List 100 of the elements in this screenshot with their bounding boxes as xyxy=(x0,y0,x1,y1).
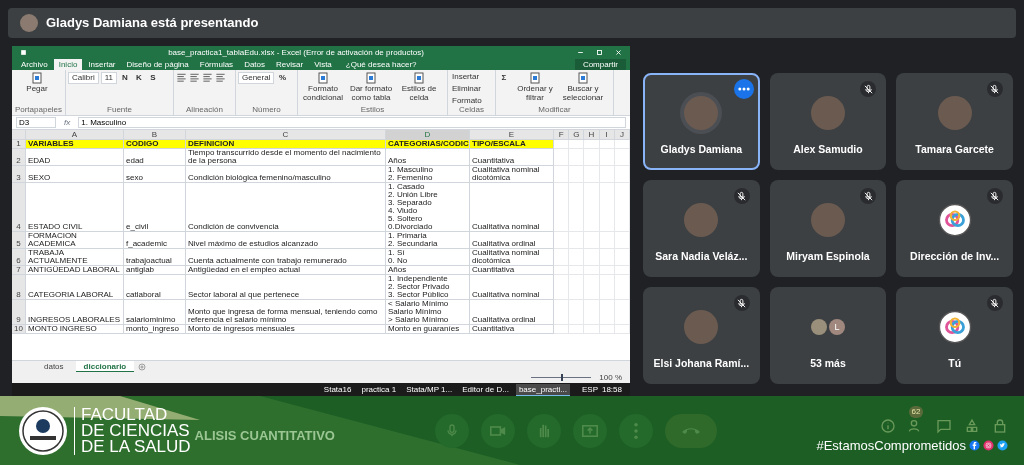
empty-cell xyxy=(599,275,615,300)
ribbon-button[interactable]: Formato condicional xyxy=(300,72,346,102)
row-number[interactable]: 10 xyxy=(12,325,26,334)
more-participants-label[interactable]: 53 más xyxy=(810,356,846,370)
participant-name: Sara Nadia Veláz... xyxy=(655,249,748,263)
taskbar-item[interactable]: Stata16 xyxy=(320,383,355,396)
column-header[interactable]: D xyxy=(386,130,470,140)
participant-tile[interactable]: Sara Nadia Veláz... xyxy=(643,180,760,277)
ribbon-tab[interactable]: Vista xyxy=(309,59,337,70)
save-icon[interactable] xyxy=(20,48,27,56)
align-icon[interactable] xyxy=(202,72,213,83)
column-header[interactable]: J xyxy=(614,130,630,140)
taskbar-item[interactable]: Stata/MP 1... xyxy=(403,383,456,396)
clock[interactable]: 18:58 xyxy=(601,385,622,394)
formula-field[interactable]: 1. Masculino xyxy=(78,117,626,128)
function-label[interactable]: fx xyxy=(64,118,71,127)
ribbon-tab[interactable]: Revisar xyxy=(271,59,309,70)
ribbon-button[interactable]: Ordenar y filtrar xyxy=(512,72,558,102)
chat-icon[interactable] xyxy=(936,417,952,434)
row-number[interactable]: 3 xyxy=(12,166,26,183)
add-sheet-icon[interactable] xyxy=(138,362,147,371)
empty-cell xyxy=(584,232,600,249)
format-button[interactable]: N xyxy=(119,72,131,84)
lock-icon[interactable] xyxy=(992,417,1008,434)
ribbon-button[interactable]: Estilos de celda xyxy=(396,72,442,102)
ribbon-button[interactable]: Eliminar xyxy=(450,84,493,94)
row-number[interactable]: 9 xyxy=(12,300,26,325)
align-icon[interactable] xyxy=(215,72,226,83)
format-button[interactable]: Σ xyxy=(498,72,510,84)
bird-icon[interactable] xyxy=(997,440,1008,451)
taskbar-item[interactable]: practica 1 xyxy=(358,383,400,396)
column-header[interactable]: G xyxy=(569,130,585,140)
row-number[interactable]: 7 xyxy=(12,266,26,275)
table-cell: < Salario Mínimo Salario Mínimo > Salario Mínimo xyxy=(386,300,470,325)
ribbon-tab[interactable]: Diseño de página xyxy=(121,59,194,70)
circle-f-icon[interactable] xyxy=(969,440,980,451)
row-number[interactable]: 8 xyxy=(12,275,26,300)
avatar: L xyxy=(829,318,845,335)
table-cell: salariominimo xyxy=(124,300,186,325)
column-header[interactable]: H xyxy=(584,130,600,140)
participant-tile[interactable]: Tamara Garcete xyxy=(896,73,1013,170)
empty-cell xyxy=(569,149,585,166)
taskbar-item[interactable]: base_practi... xyxy=(515,383,570,396)
row-number[interactable]: 6 xyxy=(12,249,26,266)
ribbon-button[interactable]: Dar formato como tabla xyxy=(348,72,394,102)
group-label: Número xyxy=(251,105,282,115)
ribbon-button[interactable]: Pegar xyxy=(14,72,60,93)
ribbon-button[interactable]: Formato xyxy=(450,96,493,106)
share-button[interactable]: Compartir xyxy=(574,59,626,70)
tell-me-field[interactable]: ¿Qué desea hacer? xyxy=(337,59,425,70)
dropdown-field[interactable]: General xyxy=(238,72,275,84)
align-icon[interactable] xyxy=(189,72,200,83)
dropdown-field[interactable]: 11 xyxy=(100,72,117,84)
table-cell: 1. Masculino 2. Femenino xyxy=(386,166,470,183)
format-button[interactable]: % xyxy=(276,72,289,84)
taskbar-item[interactable]: Editor de D... xyxy=(459,383,512,396)
name-box[interactable]: D3 xyxy=(16,117,56,128)
format-button[interactable]: S xyxy=(147,72,159,84)
participant-tile[interactable]: Dirección de Inv... xyxy=(896,180,1013,277)
group-label: Alineación xyxy=(185,105,224,115)
table-cell: ANTIGÜEDAD LABORAL xyxy=(26,266,124,275)
participant-tile[interactable]: Miryam Espinola xyxy=(769,180,887,277)
table-cell: CATEGORIA LABORAL xyxy=(26,275,124,300)
table-cell: Monto de ingresos mensuales xyxy=(186,325,386,334)
ribbon-button[interactable]: Insertar xyxy=(450,72,493,82)
participant-tile[interactable]: Gladys Damiana xyxy=(643,73,760,170)
participant-tile[interactable]: L 53 más xyxy=(769,287,887,384)
empty-cell xyxy=(569,166,585,183)
table-cell: Cualitativa nominal xyxy=(470,183,554,232)
row-number[interactable]: 2 xyxy=(12,149,26,166)
language-indicator[interactable]: ESP xyxy=(581,385,598,394)
ribbon-tab[interactable]: Fórmulas xyxy=(194,59,239,70)
sheet-tab[interactable]: datos xyxy=(36,361,72,372)
align-icon[interactable] xyxy=(176,72,187,83)
row-number[interactable]: 5 xyxy=(12,232,26,249)
slider-thumb[interactable] xyxy=(561,374,564,381)
info-icon[interactable] xyxy=(880,417,896,434)
table-cell: TRABAJA ACTUALMENTE xyxy=(26,249,124,266)
column-header[interactable]: F xyxy=(554,130,570,140)
row-number[interactable]: 4 xyxy=(12,183,26,232)
ribbon-tab[interactable]: Insertar xyxy=(83,59,121,70)
close-icon[interactable] xyxy=(615,48,622,56)
shapes-icon[interactable] xyxy=(964,417,980,434)
participant-tile[interactable]: Tú xyxy=(896,287,1013,384)
participant-tile[interactable]: Elsi Johana Ramí... xyxy=(643,287,760,384)
maximize-icon[interactable] xyxy=(596,48,603,56)
empty-cell xyxy=(614,325,630,334)
row-number[interactable]: 1 xyxy=(12,140,26,149)
dropdown-field[interactable]: Calibri xyxy=(68,72,99,84)
camera-logo-icon[interactable] xyxy=(983,440,994,451)
participant-tile[interactable]: Alex Samudio xyxy=(769,73,887,170)
format-button[interactable]: K xyxy=(133,72,145,84)
column-header[interactable]: I xyxy=(599,130,615,140)
ribbon-tab[interactable]: Inicio xyxy=(53,59,83,70)
ribbon-button[interactable]: Buscar y seleccionar xyxy=(560,72,606,102)
ribbon-tab[interactable]: Archivo xyxy=(16,59,53,70)
more-options-button[interactable] xyxy=(733,79,754,99)
avatar xyxy=(20,14,38,32)
ribbon-tab[interactable]: Datos xyxy=(239,59,271,70)
empty-cell xyxy=(599,325,615,334)
